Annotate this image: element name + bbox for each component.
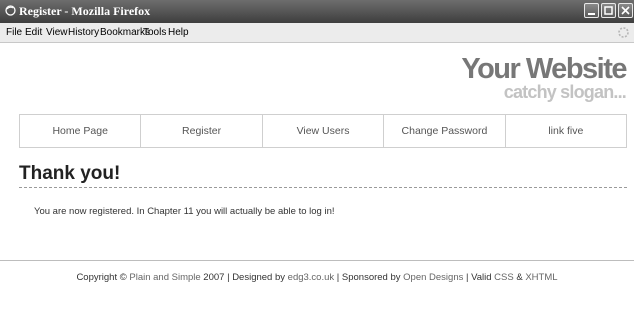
menu-view[interactable]: View xyxy=(46,27,68,38)
throbber-icon xyxy=(618,27,629,38)
designer-link[interactable]: edg3.co.uk xyxy=(288,272,334,283)
footer: Copyright © Plain and Simple 2007 | Desi… xyxy=(0,272,634,284)
close-icon xyxy=(621,6,630,15)
close-button[interactable] xyxy=(618,3,633,18)
menu-history[interactable]: History xyxy=(68,27,99,38)
nav-home[interactable]: Home Page xyxy=(20,115,142,147)
maximize-icon xyxy=(604,6,613,15)
menu-tools[interactable]: Tools xyxy=(143,27,166,38)
nav-view-users[interactable]: View Users xyxy=(263,115,385,147)
valid-text: | Valid xyxy=(463,272,495,283)
copyright-text: Copyright © xyxy=(76,272,130,283)
minimize-button[interactable] xyxy=(584,3,599,18)
plain-simple-link[interactable]: Plain and Simple xyxy=(129,272,200,283)
heading-divider xyxy=(19,187,627,188)
amp-text: & xyxy=(513,272,526,283)
page-heading: Thank you! xyxy=(19,163,121,184)
confirmation-message: You are now registered. In Chapter 11 yo… xyxy=(34,206,335,217)
sponsored-text: | Sponsored by xyxy=(334,272,404,283)
menu-edit[interactable]: Edit xyxy=(25,27,42,38)
minimize-icon xyxy=(588,13,595,15)
window-title: Register - Mozilla Firefox xyxy=(19,4,151,18)
footer-divider xyxy=(0,260,634,261)
xhtml-link[interactable]: XHTML xyxy=(525,272,557,283)
css-link[interactable]: CSS xyxy=(494,272,514,283)
nav-register[interactable]: Register xyxy=(141,115,263,147)
site-title: Your Website xyxy=(461,53,627,85)
menu-bar: File Edit View History Bookmarks Tools H… xyxy=(0,23,634,43)
window-titlebar[interactable]: Register - Mozilla Firefox xyxy=(0,0,634,23)
maximize-button[interactable] xyxy=(601,3,616,18)
sponsor-link[interactable]: Open Designs xyxy=(403,272,463,283)
firefox-icon xyxy=(5,5,16,16)
menu-help[interactable]: Help xyxy=(168,27,189,38)
main-nav: Home Page Register View Users Change Pas… xyxy=(19,114,627,148)
menu-file[interactable]: File xyxy=(6,27,22,38)
nav-link-five[interactable]: link five xyxy=(506,115,626,147)
site-slogan: catchy slogan... xyxy=(503,82,627,102)
nav-change-password[interactable]: Change Password xyxy=(384,115,506,147)
year-designed-text: 2007 | Designed by xyxy=(200,272,288,283)
